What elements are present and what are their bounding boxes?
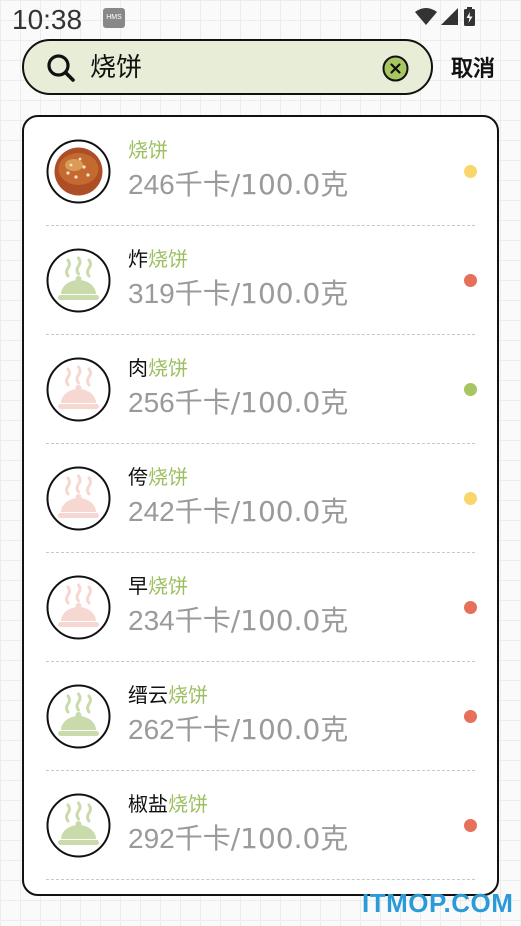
food-name-prefix: 缙云	[128, 683, 168, 707]
calorie-value: 246千卡/100.0克	[128, 167, 348, 203]
clear-icon[interactable]	[382, 55, 409, 82]
calorie-number: 262	[128, 714, 175, 745]
search-icon	[47, 54, 75, 82]
food-name-prefix: 炸	[128, 247, 148, 271]
food-name-match: 烧饼	[148, 465, 188, 489]
health-level-dot	[464, 274, 477, 287]
food-name-match: 烧饼	[168, 792, 208, 816]
health-level-dot	[464, 601, 477, 614]
list-item[interactable]: 早烧饼 234千卡/100.0克	[24, 553, 497, 662]
green-dish-icon	[46, 248, 111, 313]
food-name: 烧饼	[128, 137, 168, 163]
calorie-unit: 千卡/100.0克	[174, 277, 349, 310]
calorie-unit: 千卡/100.0克	[174, 168, 349, 201]
food-name-match: 烧饼	[148, 574, 188, 598]
list-item[interactable]: 肉烧饼 256千卡/100.0克	[24, 335, 497, 444]
food-name-match: 烧饼	[148, 356, 188, 380]
pink-dish-icon	[46, 466, 111, 531]
signal-icon	[441, 8, 458, 25]
health-level-dot	[464, 819, 477, 832]
health-level-dot	[464, 492, 477, 505]
status-bar: 10:38 HMS	[0, 0, 521, 36]
search-input[interactable]: 烧饼	[90, 53, 142, 83]
health-level-dot	[464, 383, 477, 396]
food-name-match: 烧饼	[128, 138, 168, 162]
calorie-number: 292	[128, 823, 175, 854]
calorie-value: 292千卡/100.0克	[128, 821, 348, 857]
food-name: 侉烧饼	[128, 464, 188, 490]
result-list: 烧饼 246千卡/100.0克 炸烧饼 319千卡/100.0克 肉烧饼 256千卡/10…	[22, 115, 499, 896]
status-time: 10:38	[12, 4, 83, 35]
food-name: 炸烧饼	[128, 246, 188, 272]
calorie-unit: 千卡/100.0克	[174, 495, 349, 528]
food-photo	[46, 139, 111, 204]
calorie-value: 319千卡/100.0克	[128, 276, 348, 312]
calorie-number: 242	[128, 496, 175, 527]
system-icons	[415, 7, 475, 26]
cancel-button[interactable]: 取消	[451, 55, 495, 83]
calorie-number: 256	[128, 387, 175, 418]
food-name-prefix: 侉	[128, 465, 148, 489]
calorie-unit: 千卡/100.0克	[174, 604, 349, 637]
calorie-value: 256千卡/100.0克	[128, 385, 348, 421]
food-name: 肉烧饼	[128, 355, 188, 381]
list-item[interactable]: 侉烧饼 242千卡/100.0克	[24, 444, 497, 553]
health-level-dot	[464, 710, 477, 723]
calorie-value: 262千卡/100.0克	[128, 712, 348, 748]
food-name: 缙云烧饼	[128, 682, 208, 708]
pink-dish-icon	[46, 357, 111, 422]
calorie-unit: 千卡/100.0克	[174, 713, 349, 746]
list-item[interactable]: 烧饼 246千卡/100.0克	[24, 117, 497, 226]
food-name-prefix: 肉	[128, 356, 148, 380]
food-name-match: 烧饼	[148, 247, 188, 271]
food-name-match: 烧饼	[168, 683, 208, 707]
list-item[interactable]: 缙云烧饼 262千卡/100.0克	[24, 662, 497, 771]
food-name-prefix: 椒盐	[128, 792, 168, 816]
divider	[46, 879, 475, 880]
search-bar[interactable]: 烧饼	[22, 39, 433, 95]
calorie-value: 242千卡/100.0克	[128, 494, 348, 530]
list-item[interactable]: 椒盐烧饼 292千卡/100.0克	[24, 771, 497, 880]
calorie-unit: 千卡/100.0克	[174, 822, 349, 855]
green-dish-icon	[46, 793, 111, 858]
food-name: 椒盐烧饼	[128, 791, 208, 817]
watermark: ITMOP.COM	[362, 888, 514, 918]
pink-dish-icon	[46, 575, 111, 640]
calorie-number: 319	[128, 278, 175, 309]
wifi-icon	[415, 8, 437, 25]
calorie-unit: 千卡/100.0克	[174, 386, 349, 419]
food-name: 早烧饼	[128, 573, 188, 599]
list-item[interactable]: 炸烧饼 319千卡/100.0克	[24, 226, 497, 335]
food-name-prefix: 早	[128, 574, 148, 598]
green-dish-icon	[46, 684, 111, 749]
hms-badge: HMS	[103, 8, 125, 28]
calorie-value: 234千卡/100.0克	[128, 603, 348, 639]
calorie-number: 246	[128, 169, 175, 200]
battery-icon	[464, 7, 475, 26]
health-level-dot	[464, 165, 477, 178]
calorie-number: 234	[128, 605, 175, 636]
